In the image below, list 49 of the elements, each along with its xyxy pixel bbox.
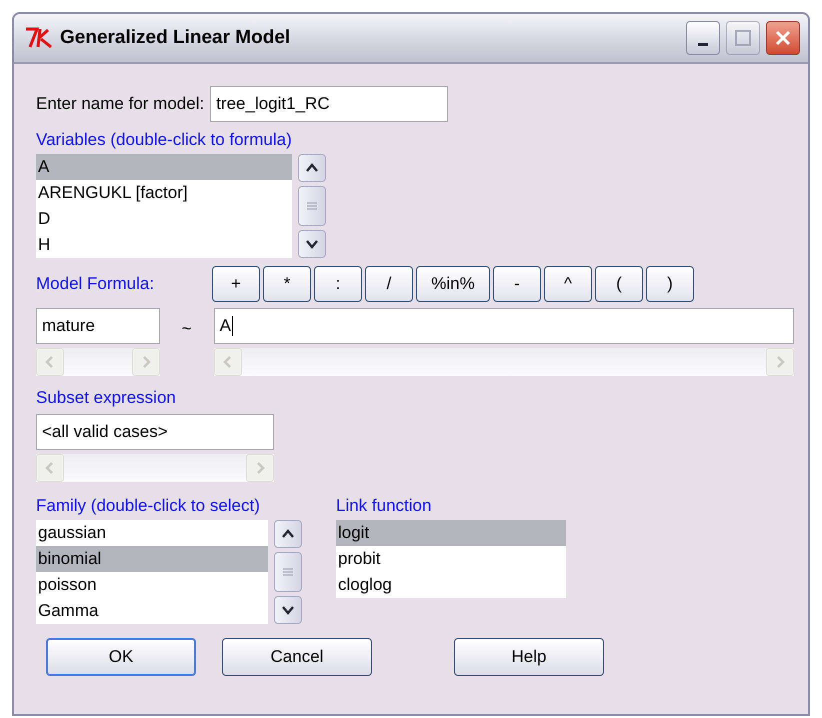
operator-button[interactable]: ( [595, 266, 643, 302]
dialog-button[interactable]: Help [454, 638, 604, 676]
operator-button[interactable]: %in% [416, 266, 490, 302]
vertical-scrollbar[interactable] [298, 154, 328, 258]
close-button[interactable] [766, 21, 800, 55]
operator-button[interactable]: - [493, 266, 541, 302]
list-item[interactable]: gaussian [36, 520, 268, 546]
list-item[interactable]: logit [336, 520, 566, 546]
minimize-button[interactable] [686, 21, 720, 55]
close-icon [774, 29, 792, 47]
list-item[interactable]: poisson [36, 572, 268, 598]
text-cursor [232, 316, 233, 336]
list-item[interactable]: probit [336, 546, 566, 572]
field-label: Enter name for model: [36, 94, 204, 114]
operator-button[interactable]: ) [646, 266, 694, 302]
operator-button[interactable]: ^ [544, 266, 592, 302]
dialog-button[interactable]: Cancel [222, 638, 372, 676]
section-label: Family (double-click to select) [36, 496, 260, 515]
horizontal-scrollbar[interactable] [214, 348, 794, 376]
grip-icon [283, 567, 293, 577]
vertical-scrollbar[interactable] [274, 520, 304, 624]
minimize-icon [698, 42, 708, 46]
input-field[interactable]: tree_logit1_RC [210, 86, 448, 122]
operator-button[interactable]: / [365, 266, 413, 302]
input-field[interactable]: <all valid cases> [36, 414, 274, 450]
section-label: Link function [336, 496, 432, 516]
input-field[interactable]: A [214, 308, 794, 344]
list-item[interactable]: ARENGUKL [factor] [36, 180, 292, 206]
input-field[interactable]: mature [36, 308, 160, 344]
list-item[interactable]: binomial [36, 546, 268, 572]
maximize-icon [734, 29, 752, 47]
horizontal-scrollbar[interactable] [36, 348, 160, 376]
dialog-button[interactable]: OK [46, 638, 196, 676]
list-item[interactable]: H [36, 232, 292, 258]
tilde-symbol: ~ [180, 318, 193, 339]
app-icon [24, 26, 54, 50]
operator-button[interactable]: * [263, 266, 311, 302]
operator-button[interactable]: : [314, 266, 362, 302]
list-item[interactable]: D [36, 206, 292, 232]
list-item[interactable]: Gamma [36, 598, 268, 624]
list-item[interactable]: A [36, 154, 292, 180]
window-title: Generalized Linear Model [60, 27, 292, 49]
operator-button[interactable]: + [212, 266, 260, 302]
list-item[interactable]: cloglog [336, 572, 566, 598]
section-label: Subset expression [36, 388, 177, 408]
section-label: Variables (double-click to formula) [36, 130, 293, 150]
grip-icon [307, 201, 317, 211]
section-label: Model Formula: [36, 274, 156, 294]
horizontal-scrollbar[interactable] [36, 454, 274, 482]
